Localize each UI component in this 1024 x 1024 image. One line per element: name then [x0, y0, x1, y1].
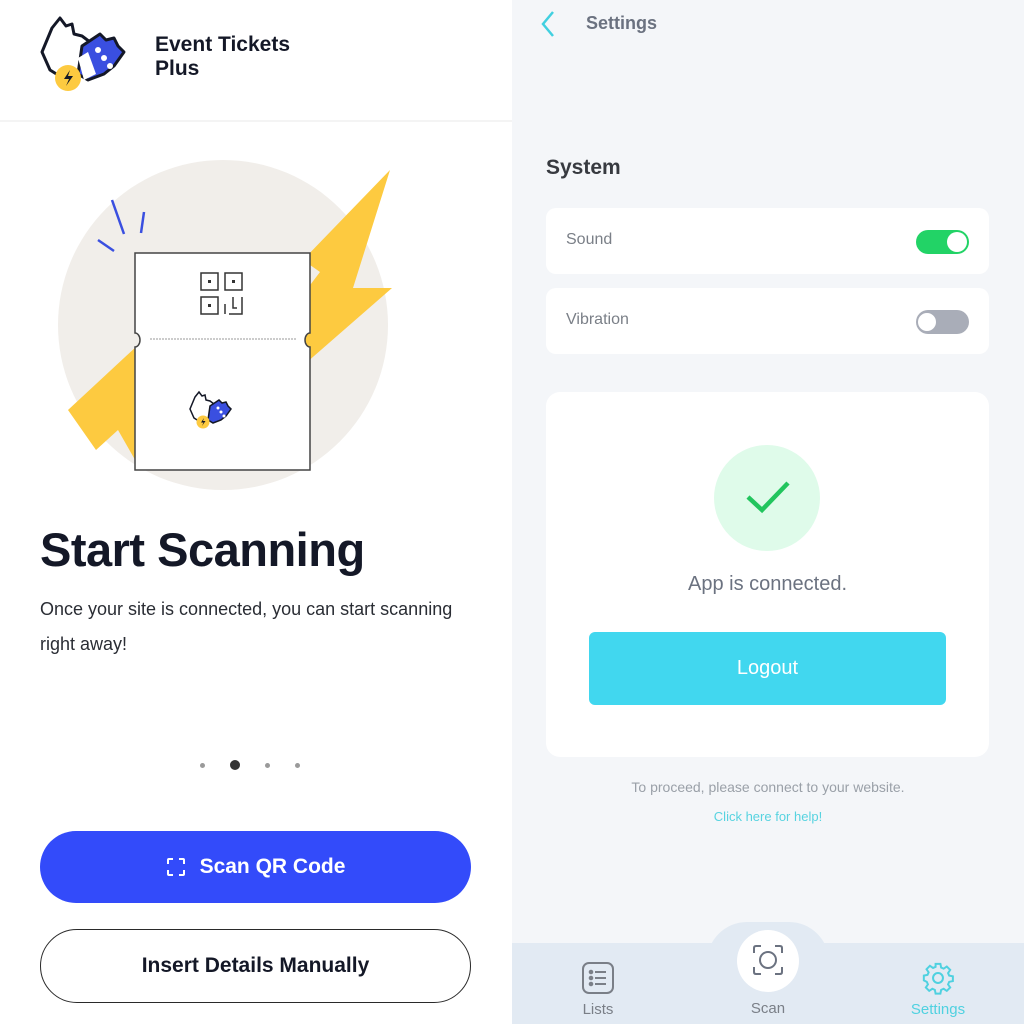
- setting-label: Sound: [566, 231, 613, 248]
- scan-ticket-illustration: [58, 160, 392, 490]
- settings-screen: Settings System Sound Vibration App is c…: [512, 0, 1024, 1024]
- pagination-dots: [200, 758, 325, 772]
- pagination-dot[interactable]: [295, 762, 300, 768]
- onboarding-description: Once your site is connected, you can sta…: [40, 599, 453, 654]
- tab-label: Settings: [910, 1001, 966, 1018]
- event-tickets-logo-icon: [40, 16, 126, 91]
- scan-qr-code-label: Scan QR Code: [199, 855, 346, 878]
- list-icon: [582, 962, 614, 994]
- gear-icon: [922, 962, 954, 995]
- setting-row-vibration: Vibration: [546, 288, 989, 354]
- pagination-dot[interactable]: [265, 762, 270, 768]
- pagination-dot[interactable]: [200, 762, 205, 768]
- sound-toggle[interactable]: [916, 230, 969, 254]
- connection-card: App is connected. Logout: [546, 392, 989, 757]
- system-section-heading: System: [546, 156, 621, 179]
- logout-button[interactable]: Logout: [589, 632, 946, 705]
- tab-settings[interactable]: Settings: [878, 943, 998, 1024]
- chevron-left-icon[interactable]: [539, 10, 559, 38]
- connection-status-text: App is connected.: [688, 573, 847, 595]
- tab-lists[interactable]: Lists: [538, 943, 658, 1024]
- toggle-knob: [947, 232, 967, 252]
- tab-scan[interactable]: Scan: [708, 943, 828, 1024]
- connected-status-badge: [714, 445, 820, 551]
- brand-line-1: Event Tickets: [155, 33, 291, 56]
- tab-label: Scan: [750, 1000, 786, 1017]
- toggle-knob: [917, 312, 937, 332]
- connect-hint-text: To proceed, please connect to your websi…: [631, 779, 905, 795]
- tab-label: Lists: [582, 1001, 614, 1018]
- pagination-dot-active[interactable]: [230, 760, 240, 770]
- insert-details-manually-button[interactable]: Insert Details Manually: [40, 929, 471, 1003]
- page-title: Settings: [586, 13, 658, 33]
- brand-line-2: Plus: [155, 57, 200, 80]
- app-header: Event Tickets Plus: [0, 0, 512, 122]
- scan-qr-code-button[interactable]: Scan QR Code: [40, 831, 471, 903]
- setting-label: Vibration: [566, 311, 629, 328]
- help-link[interactable]: Click here for help!: [512, 809, 1024, 824]
- vibration-toggle[interactable]: [916, 310, 969, 334]
- setting-row-sound: Sound: [546, 208, 989, 274]
- check-icon: [746, 481, 790, 514]
- onboarding-title: Start Scanning: [40, 523, 365, 576]
- app-brand: Event Tickets Plus: [155, 33, 335, 81]
- onboarding-screen: Event Tickets Plus Start Scanning Once y…: [0, 0, 512, 1024]
- scan-frame-icon: [166, 858, 185, 876]
- bottom-tab-bar: Lists Scan Settings: [512, 922, 1024, 1024]
